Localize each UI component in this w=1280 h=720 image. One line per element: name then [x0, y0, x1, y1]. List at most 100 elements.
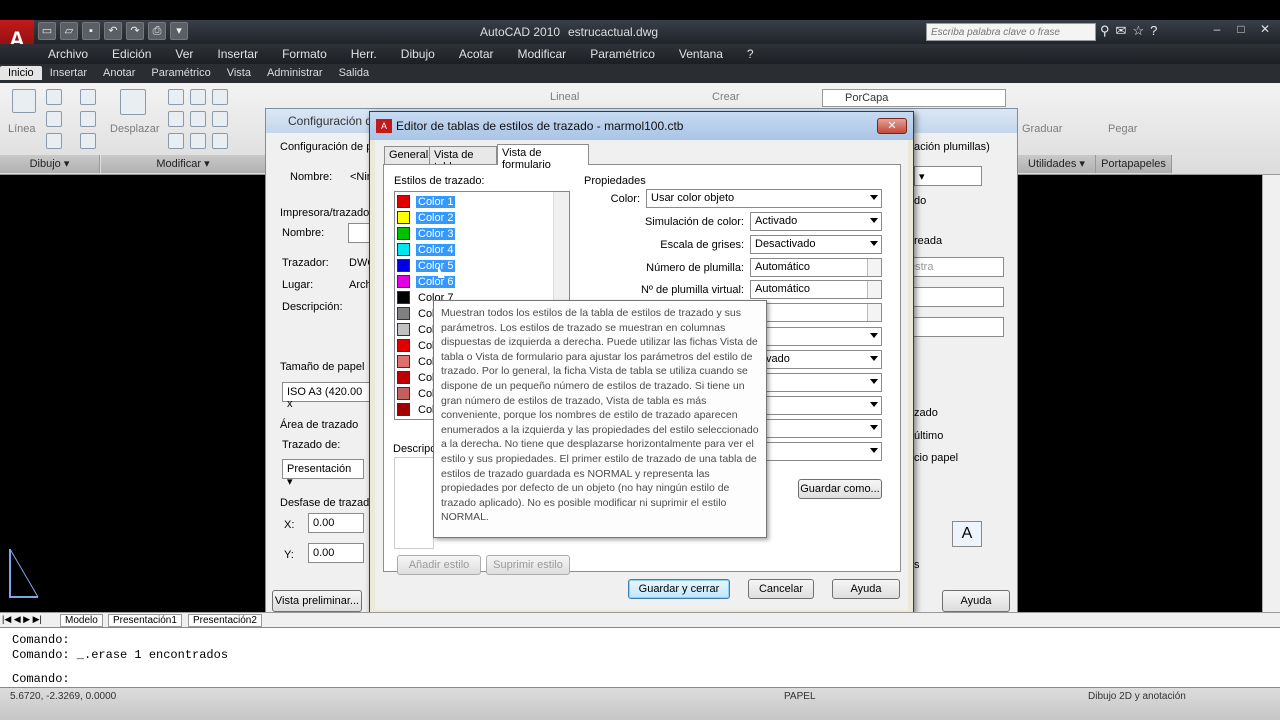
- property-select-8[interactable]: [750, 373, 882, 392]
- right-estra-select[interactable]: estra: [904, 257, 1004, 277]
- star-icon[interactable]: ☆: [1132, 23, 1144, 39]
- menu-ventana[interactable]: Ventana: [667, 47, 735, 61]
- help-icon[interactable]: ?: [1150, 23, 1157, 39]
- plot-style-select[interactable]: ▾: [914, 166, 982, 186]
- close-icon[interactable]: ✕: [877, 118, 907, 134]
- pen-number-input[interactable]: Automático: [750, 258, 882, 277]
- menu-parametrico[interactable]: Paramétrico: [578, 47, 667, 61]
- circle-icon[interactable]: [46, 111, 62, 127]
- tab-inicio[interactable]: Inicio: [0, 66, 42, 80]
- menu-help[interactable]: ?: [735, 47, 766, 61]
- delete-style-button[interactable]: Suprimir estilo: [486, 555, 570, 575]
- create-block-label[interactable]: Crear: [712, 91, 740, 103]
- rotate-icon[interactable]: [190, 89, 206, 105]
- menu-modificar[interactable]: Modificar: [506, 47, 579, 61]
- open-icon[interactable]: ▱: [60, 22, 78, 40]
- binoculars-icon[interactable]: ⚲: [1100, 23, 1110, 39]
- style-item[interactable]: Color 5: [397, 258, 456, 273]
- close-icon[interactable]: ✕: [1254, 22, 1276, 40]
- style-item[interactable]: Color 6: [397, 274, 456, 289]
- style-item[interactable]: Color 3: [397, 226, 456, 241]
- style-item[interactable]: Color 1: [397, 194, 456, 209]
- plot-from-select[interactable]: Presentación ▾: [282, 459, 364, 488]
- ellipse-icon[interactable]: [46, 133, 62, 149]
- rectangle-icon[interactable]: [80, 111, 96, 127]
- tab-insertar[interactable]: Insertar: [42, 66, 95, 80]
- menu-acotar[interactable]: Acotar: [447, 47, 506, 61]
- printer-select[interactable]: [348, 223, 370, 243]
- tab-vista[interactable]: Vista: [219, 66, 259, 80]
- tab-presentacion2[interactable]: Presentación2: [188, 614, 262, 627]
- color-select[interactable]: Usar color objeto: [646, 189, 882, 208]
- command-line[interactable]: Comando: Comando: _.erase 1 encontrados …: [0, 627, 1280, 687]
- screening-input[interactable]: [750, 303, 882, 322]
- help-button[interactable]: Ayuda: [832, 579, 900, 599]
- vertical-scrollbar[interactable]: [1262, 175, 1280, 612]
- panel-dibujo[interactable]: Dibujo ▾: [0, 155, 100, 173]
- menu-herr[interactable]: Herr.: [339, 47, 389, 61]
- paper-space-toggle[interactable]: PAPEL: [784, 691, 816, 702]
- color-simulation-select[interactable]: Activado: [750, 212, 882, 231]
- save-as-button[interactable]: Guardar como...: [798, 479, 882, 499]
- x-offset-input[interactable]: 0.00: [308, 513, 364, 533]
- workspace-select[interactable]: Dibujo 2D y anotación: [1088, 691, 1186, 702]
- measure-label[interactable]: Graduar: [1022, 123, 1062, 135]
- minimize-icon[interactable]: –: [1206, 22, 1228, 40]
- tab-administrar[interactable]: Administrar: [259, 66, 331, 80]
- search-input[interactable]: Escriba palabra clave o frase: [926, 23, 1096, 41]
- property-select-9[interactable]: [750, 396, 882, 415]
- tab-parametrico[interactable]: Paramétrico: [143, 66, 218, 80]
- tab-form-view[interactable]: Vista de formulario: [497, 144, 589, 171]
- virtual-pen-input[interactable]: Automático: [750, 280, 882, 299]
- style-item[interactable]: Color 2: [397, 210, 456, 225]
- right-input-3[interactable]: [904, 317, 1004, 337]
- scale-icon[interactable]: [168, 133, 184, 149]
- undo-icon[interactable]: ↶: [104, 22, 122, 40]
- paste-label[interactable]: Pegar: [1108, 123, 1137, 135]
- move-icon[interactable]: [120, 89, 146, 115]
- redo-icon[interactable]: ↷: [126, 22, 144, 40]
- tab-table-view[interactable]: Vista de tabla: [429, 146, 497, 173]
- line-tool-icon[interactable]: [12, 89, 36, 113]
- array-icon[interactable]: [190, 133, 206, 149]
- mirror-icon[interactable]: [212, 89, 228, 105]
- tab-anotar[interactable]: Anotar: [95, 66, 143, 80]
- property-select-11[interactable]: [750, 442, 882, 461]
- grayscale-select[interactable]: Desactivado: [750, 235, 882, 254]
- menu-ver[interactable]: Ver: [163, 47, 205, 61]
- menu-insertar[interactable]: Insertar: [205, 47, 270, 61]
- save-icon[interactable]: ▪: [82, 22, 100, 40]
- menu-archivo[interactable]: Archivo: [36, 47, 100, 61]
- tab-presentacion1[interactable]: Presentación1: [108, 614, 182, 627]
- panel-modificar[interactable]: Modificar ▾: [101, 155, 266, 173]
- menu-edicion[interactable]: Edición: [100, 47, 163, 61]
- new-icon[interactable]: ▭: [38, 22, 56, 40]
- tab-general[interactable]: General: [384, 146, 430, 164]
- save-close-button[interactable]: Guardar y cerrar: [628, 579, 730, 599]
- description-box[interactable]: [394, 457, 434, 549]
- add-style-button[interactable]: Añadir estilo: [397, 555, 481, 575]
- erase-icon[interactable]: [212, 133, 228, 149]
- polyline-icon[interactable]: [46, 89, 62, 105]
- trim-icon[interactable]: [190, 111, 206, 127]
- maximize-icon[interactable]: □: [1230, 22, 1252, 40]
- right-select-2[interactable]: [904, 287, 1004, 307]
- dimension-linear-label[interactable]: Lineal: [550, 91, 579, 103]
- tab-salida[interactable]: Salida: [331, 66, 378, 80]
- paper-size-select[interactable]: ISO A3 (420.00 x: [282, 382, 370, 410]
- layer-color-select[interactable]: PorCapa: [822, 89, 1006, 107]
- fillet-icon[interactable]: [212, 111, 228, 127]
- print-icon[interactable]: ⎙: [148, 22, 166, 40]
- communication-icon[interactable]: ✉: [1116, 23, 1127, 39]
- dropdown-icon[interactable]: ▾: [170, 22, 188, 40]
- stretch-icon[interactable]: [168, 111, 184, 127]
- property-select-7[interactable]: ctivado: [750, 350, 882, 369]
- panel-portapapeles[interactable]: Portapapeles: [1096, 155, 1172, 173]
- tab-nav-arrows-icon[interactable]: |◀ ◀ ▶ ▶|: [2, 614, 42, 625]
- copy-icon[interactable]: [168, 89, 184, 105]
- preview-button[interactable]: Vista preliminar...: [272, 590, 362, 612]
- property-select-6[interactable]: [750, 327, 882, 346]
- command-prompt[interactable]: Comando:: [12, 672, 70, 686]
- arc-icon[interactable]: [80, 89, 96, 105]
- bg-help-button[interactable]: Ayuda: [942, 590, 1010, 612]
